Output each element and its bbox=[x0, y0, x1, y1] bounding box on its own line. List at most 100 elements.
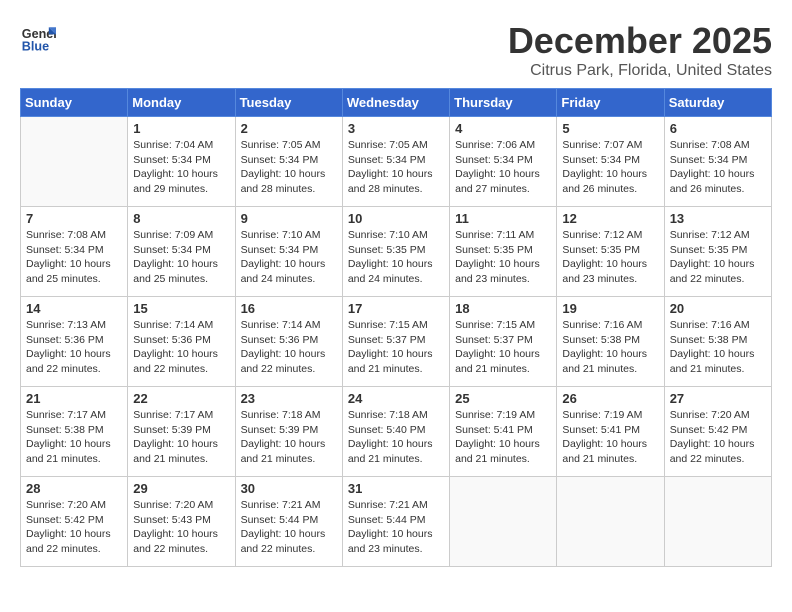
calendar-cell: 22 Sunrise: 7:17 AMSunset: 5:39 PMDayligh… bbox=[128, 387, 235, 477]
day-number: 27 bbox=[670, 391, 766, 406]
day-info: Sunrise: 7:10 AMSunset: 5:34 PMDaylight:… bbox=[241, 228, 337, 287]
calendar-cell: 14 Sunrise: 7:13 AMSunset: 5:36 PMDayligh… bbox=[21, 297, 128, 387]
calendar-header-tuesday: Tuesday bbox=[235, 89, 342, 117]
day-number: 2 bbox=[241, 121, 337, 136]
day-info: Sunrise: 7:07 AMSunset: 5:34 PMDaylight:… bbox=[562, 138, 658, 197]
day-info: Sunrise: 7:12 AMSunset: 5:35 PMDaylight:… bbox=[562, 228, 658, 287]
day-info: Sunrise: 7:15 AMSunset: 5:37 PMDaylight:… bbox=[455, 318, 551, 377]
day-number: 22 bbox=[133, 391, 229, 406]
day-number: 16 bbox=[241, 301, 337, 316]
calendar-cell: 30Sunrise: 7:21 AMSunset: 5:44 PMDayligh… bbox=[235, 477, 342, 567]
day-info: Sunrise: 7:05 AMSunset: 5:34 PMDaylight:… bbox=[241, 138, 337, 197]
day-number: 23 bbox=[241, 391, 337, 406]
calendar-cell: 12 Sunrise: 7:12 AMSunset: 5:35 PMDayligh… bbox=[557, 207, 664, 297]
day-number: 9 bbox=[241, 211, 337, 226]
day-info: Sunrise: 7:18 AMSunset: 5:40 PMDaylight:… bbox=[348, 408, 444, 467]
day-number: 5 bbox=[562, 121, 658, 136]
day-info: Sunrise: 7:16 AMSunset: 5:38 PMDaylight:… bbox=[562, 318, 658, 377]
day-number: 21 bbox=[26, 391, 122, 406]
day-info: Sunrise: 7:14 AMSunset: 5:36 PMDaylight:… bbox=[241, 318, 337, 377]
calendar-week-3: 14 Sunrise: 7:13 AMSunset: 5:36 PMDayligh… bbox=[21, 297, 772, 387]
day-info: Sunrise: 7:17 AMSunset: 5:39 PMDaylight:… bbox=[133, 408, 229, 467]
day-number: 30 bbox=[241, 481, 337, 496]
calendar-cell: 23 Sunrise: 7:18 AMSunset: 5:39 PMDayligh… bbox=[235, 387, 342, 477]
calendar-week-2: 7 Sunrise: 7:08 AMSunset: 5:34 PMDaylight… bbox=[21, 207, 772, 297]
calendar-cell: 4 Sunrise: 7:06 AMSunset: 5:34 PMDaylight… bbox=[450, 117, 557, 207]
calendar-cell: 1 Sunrise: 7:04 AMSunset: 5:34 PMDaylight… bbox=[128, 117, 235, 207]
day-info: Sunrise: 7:08 AMSunset: 5:34 PMDaylight:… bbox=[26, 228, 122, 287]
calendar-cell: 18 Sunrise: 7:15 AMSunset: 5:37 PMDayligh… bbox=[450, 297, 557, 387]
calendar-cell: 24Sunrise: 7:18 AMSunset: 5:40 PMDayligh… bbox=[342, 387, 449, 477]
day-info: Sunrise: 7:13 AMSunset: 5:36 PMDaylight:… bbox=[26, 318, 122, 377]
day-info: Sunrise: 7:19 AMSunset: 5:41 PMDaylight:… bbox=[562, 408, 658, 467]
day-info: Sunrise: 7:10 AMSunset: 5:35 PMDaylight:… bbox=[348, 228, 444, 287]
calendar-cell: 29 Sunrise: 7:20 AMSunset: 5:43 PMDayligh… bbox=[128, 477, 235, 567]
day-info: Sunrise: 7:16 AMSunset: 5:38 PMDaylight:… bbox=[670, 318, 766, 377]
calendar-cell: 3 Sunrise: 7:05 AMSunset: 5:34 PMDaylight… bbox=[342, 117, 449, 207]
calendar-cell bbox=[21, 117, 128, 207]
day-info: Sunrise: 7:04 AMSunset: 5:34 PMDaylight:… bbox=[133, 138, 229, 197]
calendar-week-4: 21 Sunrise: 7:17 AMSunset: 5:38 PMDayligh… bbox=[21, 387, 772, 477]
day-number: 28 bbox=[26, 481, 122, 496]
calendar-header-friday: Friday bbox=[557, 89, 664, 117]
day-number: 19 bbox=[562, 301, 658, 316]
day-info: Sunrise: 7:05 AMSunset: 5:34 PMDaylight:… bbox=[348, 138, 444, 197]
day-info: Sunrise: 7:17 AMSunset: 5:38 PMDaylight:… bbox=[26, 408, 122, 467]
calendar-cell bbox=[664, 477, 771, 567]
calendar-header-monday: Monday bbox=[128, 89, 235, 117]
calendar-cell bbox=[557, 477, 664, 567]
day-number: 31 bbox=[348, 481, 444, 496]
svg-text:Blue: Blue bbox=[22, 40, 49, 54]
calendar-cell: 17 Sunrise: 7:15 AMSunset: 5:37 PMDayligh… bbox=[342, 297, 449, 387]
calendar-cell bbox=[450, 477, 557, 567]
day-number: 12 bbox=[562, 211, 658, 226]
day-number: 14 bbox=[26, 301, 122, 316]
day-number: 7 bbox=[26, 211, 122, 226]
page-subtitle: Citrus Park, Florida, United States bbox=[20, 62, 772, 80]
day-number: 4 bbox=[455, 121, 551, 136]
calendar-cell: 2 Sunrise: 7:05 AMSunset: 5:34 PMDaylight… bbox=[235, 117, 342, 207]
day-number: 3 bbox=[348, 121, 444, 136]
calendar-cell: 27 Sunrise: 7:20 AMSunset: 5:42 PMDayligh… bbox=[664, 387, 771, 477]
calendar-cell: 8Sunrise: 7:09 AMSunset: 5:34 PMDaylight… bbox=[128, 207, 235, 297]
day-info: Sunrise: 7:12 AMSunset: 5:35 PMDaylight:… bbox=[670, 228, 766, 287]
logo-icon: General Blue bbox=[20, 20, 56, 56]
day-info: Sunrise: 7:20 AMSunset: 5:43 PMDaylight:… bbox=[133, 498, 229, 557]
day-info: Sunrise: 7:15 AMSunset: 5:37 PMDaylight:… bbox=[348, 318, 444, 377]
calendar-cell: 20 Sunrise: 7:16 AMSunset: 5:38 PMDayligh… bbox=[664, 297, 771, 387]
day-info: Sunrise: 7:20 AMSunset: 5:42 PMDaylight:… bbox=[670, 408, 766, 467]
day-number: 13 bbox=[670, 211, 766, 226]
calendar-header-sunday: Sunday bbox=[21, 89, 128, 117]
calendar-cell: 31Sunrise: 7:21 AMSunset: 5:44 PMDayligh… bbox=[342, 477, 449, 567]
day-number: 18 bbox=[455, 301, 551, 316]
calendar-cell: 26 Sunrise: 7:19 AMSunset: 5:41 PMDayligh… bbox=[557, 387, 664, 477]
calendar-week-5: 28Sunrise: 7:20 AMSunset: 5:42 PMDayligh… bbox=[21, 477, 772, 567]
day-number: 11 bbox=[455, 211, 551, 226]
day-number: 6 bbox=[670, 121, 766, 136]
day-info: Sunrise: 7:18 AMSunset: 5:39 PMDaylight:… bbox=[241, 408, 337, 467]
logo: General Blue bbox=[20, 20, 56, 56]
calendar-header-row: SundayMondayTuesdayWednesdayThursdayFrid… bbox=[21, 89, 772, 117]
day-info: Sunrise: 7:14 AMSunset: 5:36 PMDaylight:… bbox=[133, 318, 229, 377]
calendar-body: 1 Sunrise: 7:04 AMSunset: 5:34 PMDaylight… bbox=[21, 117, 772, 567]
page-header: December 2025 Citrus Park, Florida, Unit… bbox=[20, 20, 772, 80]
calendar-cell: 13 Sunrise: 7:12 AMSunset: 5:35 PMDayligh… bbox=[664, 207, 771, 297]
calendar-cell: 28Sunrise: 7:20 AMSunset: 5:42 PMDayligh… bbox=[21, 477, 128, 567]
calendar-header-thursday: Thursday bbox=[450, 89, 557, 117]
day-info: Sunrise: 7:11 AMSunset: 5:35 PMDaylight:… bbox=[455, 228, 551, 287]
calendar-week-1: 1 Sunrise: 7:04 AMSunset: 5:34 PMDaylight… bbox=[21, 117, 772, 207]
day-number: 29 bbox=[133, 481, 229, 496]
day-number: 25 bbox=[455, 391, 551, 406]
day-number: 17 bbox=[348, 301, 444, 316]
calendar-table: SundayMondayTuesdayWednesdayThursdayFrid… bbox=[20, 88, 772, 567]
day-number: 26 bbox=[562, 391, 658, 406]
day-number: 1 bbox=[133, 121, 229, 136]
day-number: 10 bbox=[348, 211, 444, 226]
calendar-cell: 15Sunrise: 7:14 AMSunset: 5:36 PMDayligh… bbox=[128, 297, 235, 387]
day-number: 20 bbox=[670, 301, 766, 316]
calendar-cell: 11 Sunrise: 7:11 AMSunset: 5:35 PMDayligh… bbox=[450, 207, 557, 297]
day-info: Sunrise: 7:06 AMSunset: 5:34 PMDaylight:… bbox=[455, 138, 551, 197]
calendar-cell: 10 Sunrise: 7:10 AMSunset: 5:35 PMDayligh… bbox=[342, 207, 449, 297]
day-number: 8 bbox=[133, 211, 229, 226]
page-title: December 2025 bbox=[20, 20, 772, 62]
